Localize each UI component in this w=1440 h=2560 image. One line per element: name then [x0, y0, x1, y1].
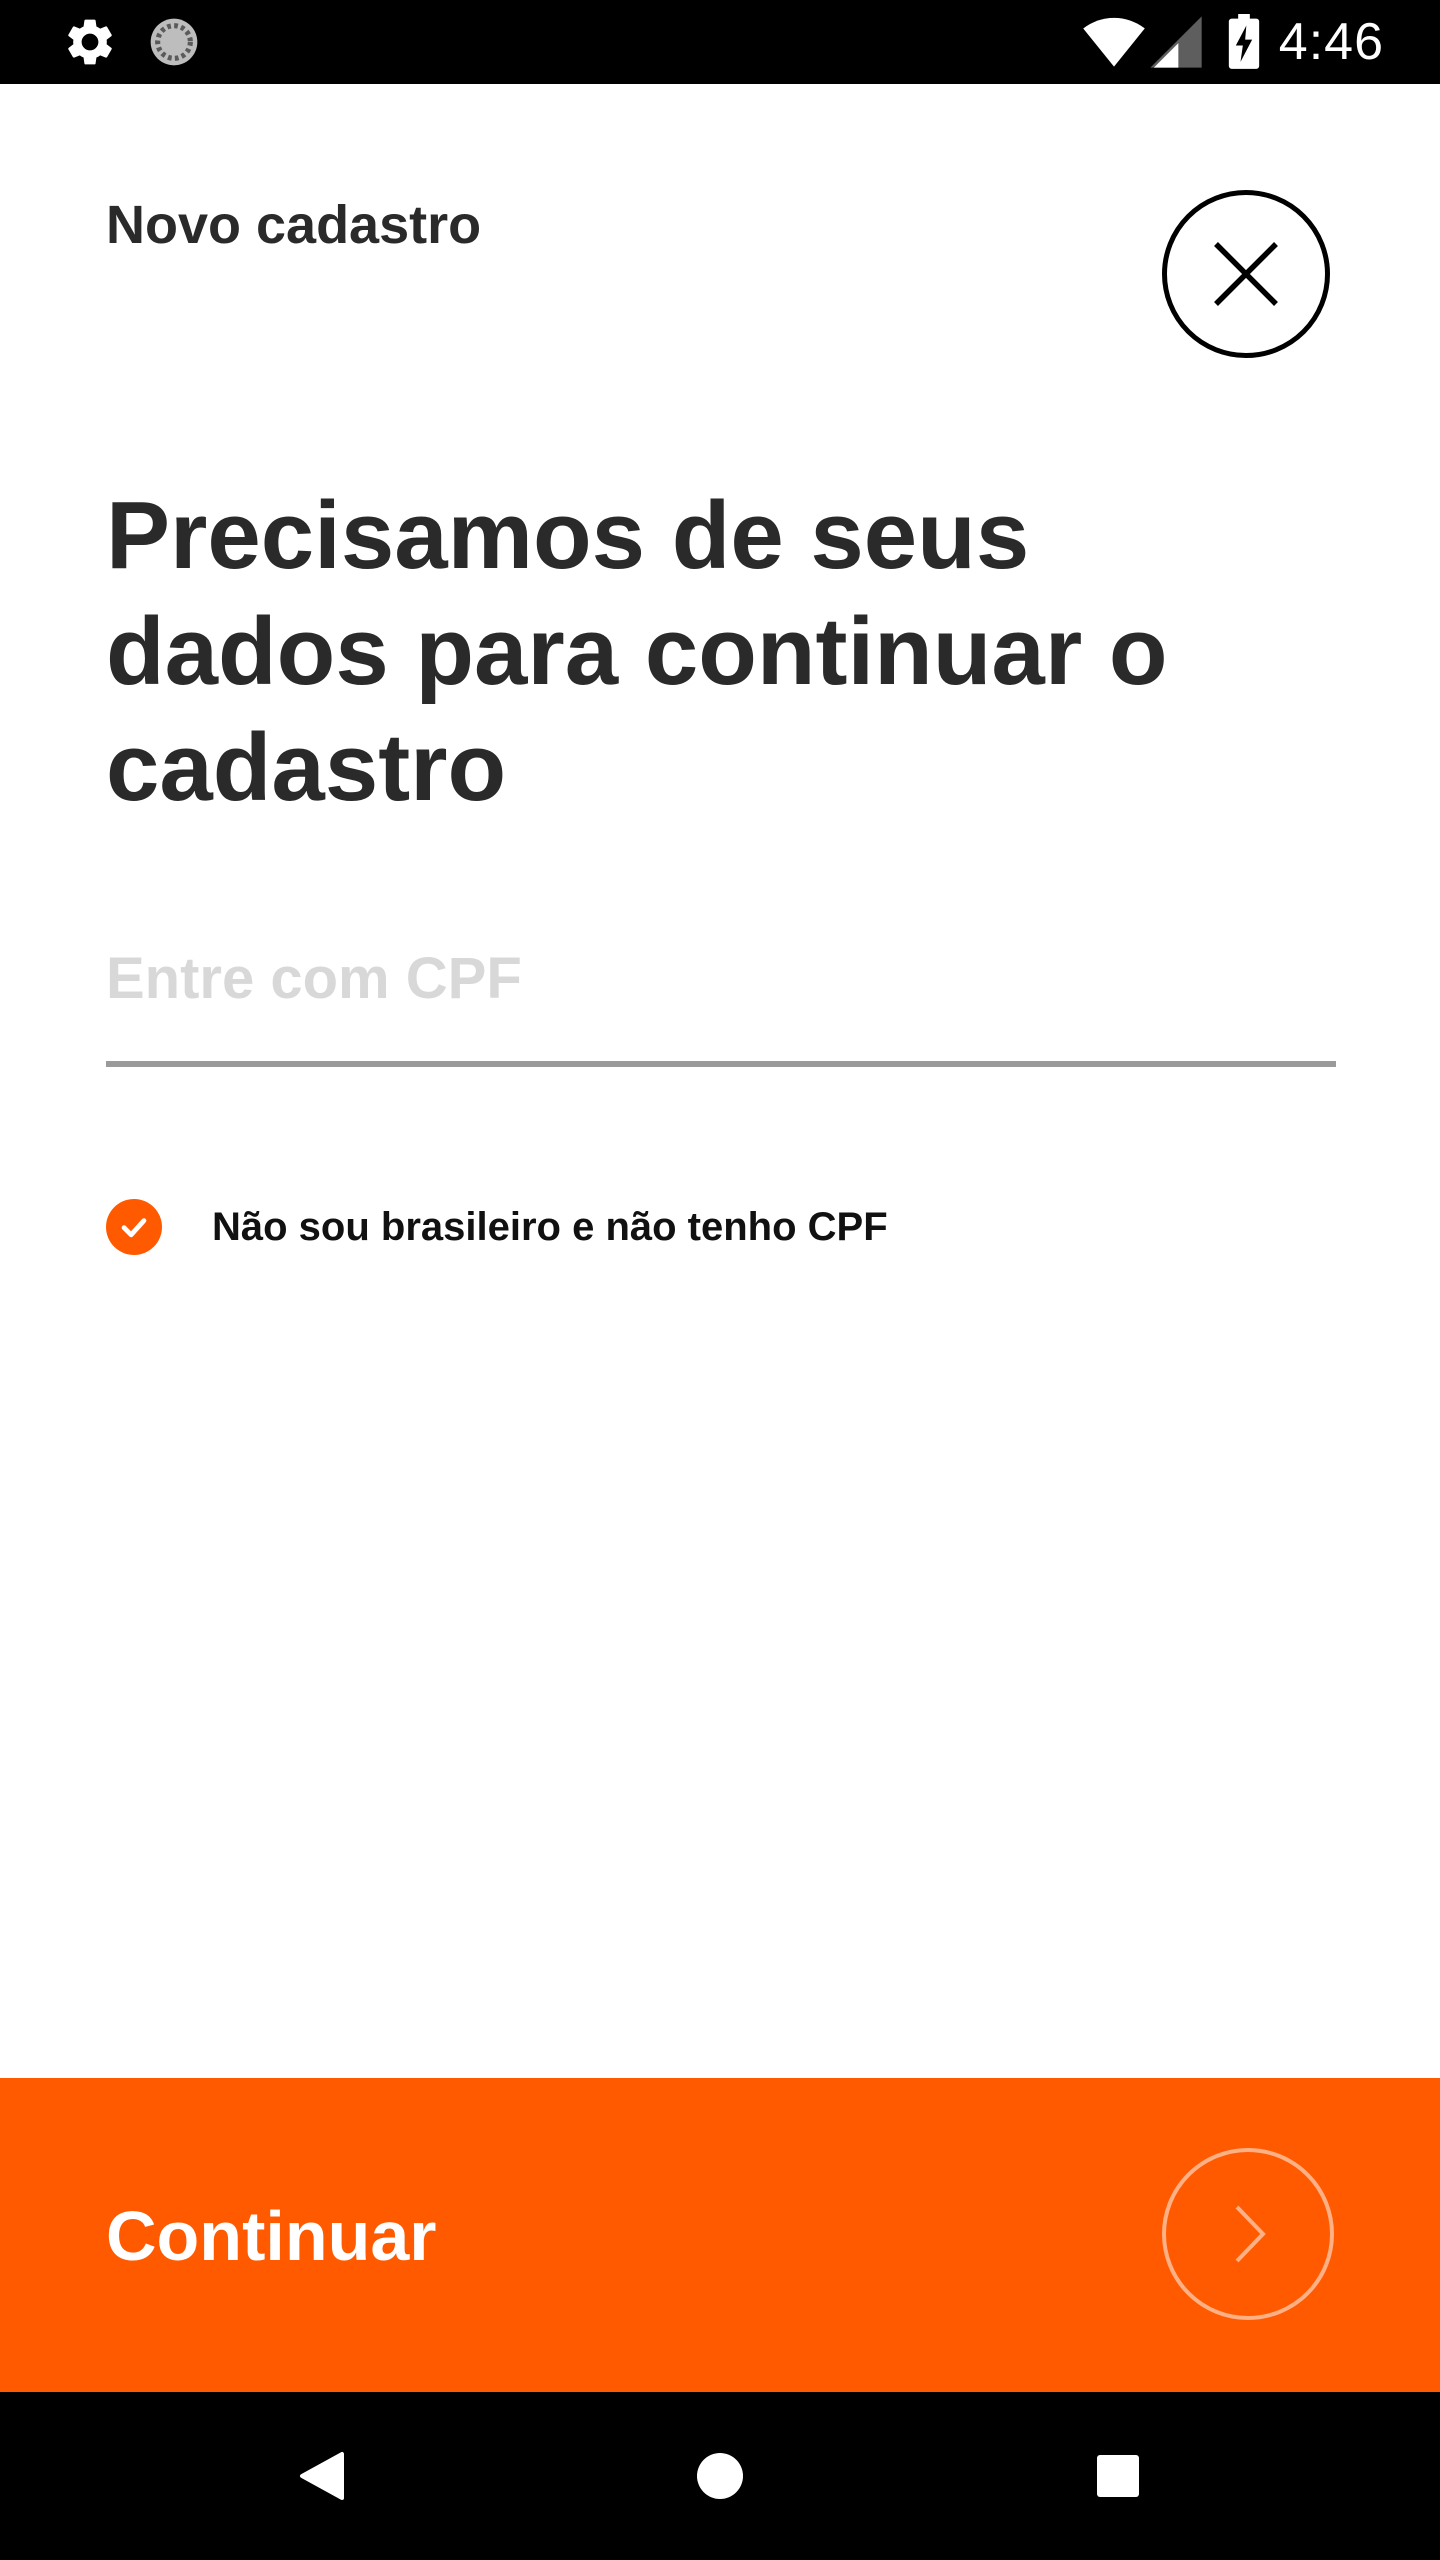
home-icon[interactable] — [680, 2436, 760, 2516]
recents-icon[interactable] — [1078, 2436, 1158, 2516]
no-cpf-checkbox[interactable]: Não sou brasileiro e não tenho CPF — [106, 1195, 888, 1259]
navigation-bar — [0, 2392, 1440, 2560]
battery-charging-icon — [1226, 14, 1266, 70]
close-icon — [1212, 240, 1280, 308]
back-icon[interactable] — [282, 2436, 362, 2516]
check-icon — [106, 1199, 162, 1255]
continue-button[interactable]: Continuar — [0, 2078, 1440, 2392]
no-cpf-checkbox-label: Não sou brasileiro e não tenho CPF — [212, 1205, 888, 1249]
continue-label: Continuar — [106, 2197, 437, 2275]
page-title: Novo cadastro — [106, 195, 482, 255]
main-heading: Precisamos de seus dados para continuar … — [106, 482, 1168, 821]
clock-text: 4:46 — [1278, 13, 1384, 71]
app-screen: 4:46 Novo cadastro Precisamos de seus da… — [0, 0, 1440, 2560]
status-bar: 4:46 — [0, 0, 1440, 84]
cpf-input[interactable] — [106, 930, 1336, 1026]
cpf-input-underline — [106, 1061, 1336, 1067]
chevron-right-icon — [1162, 2148, 1334, 2320]
wifi-icon — [1082, 14, 1146, 70]
sync-icon — [146, 14, 202, 70]
close-button[interactable] — [1162, 190, 1330, 358]
gear-icon — [62, 14, 118, 70]
signal-icon — [1150, 14, 1206, 70]
